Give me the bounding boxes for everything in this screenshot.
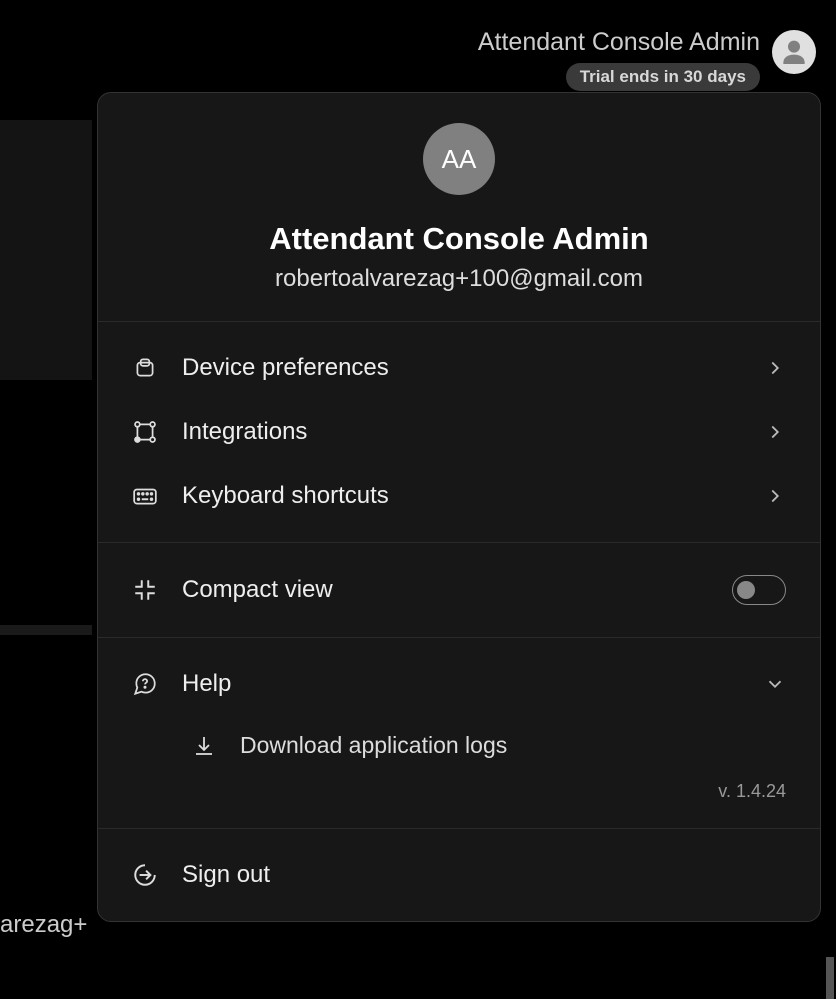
download-logs-item[interactable]: Download application logs [98,716,820,775]
compact-view-label: Compact view [182,576,708,604]
help-icon [132,671,158,697]
avatar: AA [423,123,495,195]
compact-view-toggle[interactable] [732,575,786,605]
sign-out-icon [132,862,158,888]
chevron-right-icon [764,357,786,379]
view-section: Compact view [98,543,820,638]
help-label: Help [182,670,740,698]
device-preferences-label: Device preferences [182,354,740,382]
device-preferences-item[interactable]: Device preferences [98,336,820,400]
download-icon [192,734,216,758]
toggle-knob [737,581,755,599]
sign-out-label: Sign out [182,861,786,889]
preferences-section: Device preferences Integrations [98,322,820,543]
chevron-down-icon [764,673,786,695]
keyboard-icon [132,483,158,509]
chevron-right-icon [764,485,786,507]
profile-section: AA Attendant Console Admin robertoalvare… [98,93,820,322]
keyboard-shortcuts-label: Keyboard shortcuts [182,482,740,510]
background-panel [0,120,92,380]
header-text-group: Attendant Console Admin Trial ends in 30… [478,28,760,91]
profile-name: Attendant Console Admin [118,221,800,257]
compact-view-item[interactable]: Compact view [98,557,820,623]
avatar-button[interactable] [772,30,816,74]
integrations-item[interactable]: Integrations [98,400,820,464]
scrollbar-thumb[interactable] [826,957,834,999]
header: Attendant Console Admin Trial ends in 30… [478,28,816,91]
profile-email: robertoalvarezag+100@gmail.com [118,265,800,293]
help-section: Help Download application logs v. 1.4.24 [98,638,820,829]
version-text: v. 1.4.24 [98,775,820,816]
sign-out-item[interactable]: Sign out [98,843,820,907]
compact-icon [132,577,158,603]
profile-dropdown: AA Attendant Console Admin robertoalvare… [97,92,821,922]
header-title: Attendant Console Admin [478,28,760,57]
chevron-right-icon [764,421,786,443]
device-icon [132,355,158,381]
trial-badge: Trial ends in 30 days [566,63,760,91]
keyboard-shortcuts-item[interactable]: Keyboard shortcuts [98,464,820,528]
background-partial-text: arezag+ [0,911,87,939]
signout-section: Sign out [98,829,820,921]
integrations-label: Integrations [182,418,740,446]
background-panel-small [0,625,92,635]
user-icon [778,36,810,68]
download-logs-label: Download application logs [240,732,507,759]
integrations-icon [132,419,158,445]
help-item[interactable]: Help [98,652,820,716]
